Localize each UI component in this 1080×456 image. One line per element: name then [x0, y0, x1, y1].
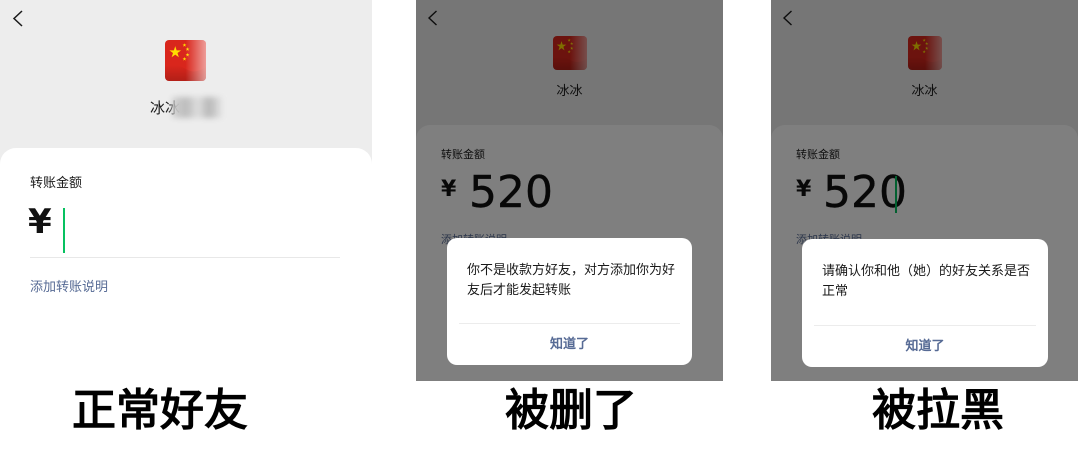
alert-message: 你不是收款方好友，对方添加你为好 友后才能发起转账: [467, 261, 679, 301]
input-divider: [30, 257, 340, 258]
amount-label: 转账金额: [30, 176, 83, 191]
transfer-card: 转账金额 ¥ 添加转账说明: [0, 148, 372, 380]
add-transfer-note-link[interactable]: 添加转账说明: [30, 279, 108, 297]
caption-normal-friend: 正常好友: [72, 385, 248, 436]
name-blur-mosaic: [172, 97, 222, 118]
transfer-screen-blocked: 冰冰 转账金额 ¥ 520 添加转账说明 请确认你和他（她）的好友关系是否 正常…: [771, 0, 1078, 381]
amount-input[interactable]: ¥: [28, 202, 340, 254]
caption-blocked: 被拉黑: [872, 385, 1004, 436]
alert-message: 请确认你和他（她）的好友关系是否 正常: [822, 262, 1034, 302]
alert-message-line: 正常: [822, 284, 849, 299]
transfer-screen-normal-friend: 冰冰 转账金额 ¥ 添加转账说明: [0, 0, 372, 380]
got-it-button[interactable]: 知道了: [802, 326, 1048, 367]
transfer-screen-deleted: 冰冰 转账金额 ¥ 520 添加转账说明 你不是收款方好友，对方添加你为好 友后…: [416, 0, 723, 381]
currency-symbol: ¥: [28, 202, 52, 242]
got-it-button[interactable]: 知道了: [447, 324, 692, 365]
alert-dialog: 请确认你和他（她）的好友关系是否 正常 知道了: [802, 239, 1048, 367]
alert-message-line: 你不是收款方好友，对方添加你为好: [467, 263, 676, 278]
chevron-left-icon[interactable]: [12, 10, 24, 27]
alert-dialog: 你不是收款方好友，对方添加你为好 友后才能发起转账 知道了: [447, 238, 692, 365]
flag-image: [165, 40, 206, 81]
caption-deleted: 被删了: [505, 385, 637, 436]
alert-message-line: 友后才能发起转账: [467, 283, 572, 298]
text-cursor: [63, 208, 65, 253]
china-flag-avatar: [165, 40, 206, 81]
alert-message-line: 请确认你和他（她）的好友关系是否: [822, 264, 1031, 279]
chevron-left-stroke: [12, 10, 23, 27]
avatar: [165, 40, 206, 81]
